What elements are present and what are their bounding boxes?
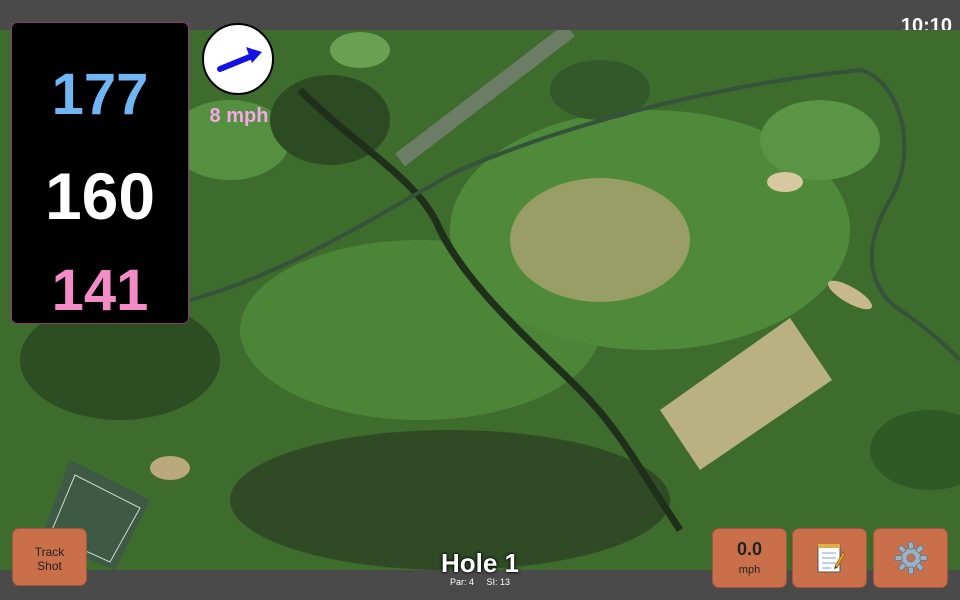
back-distance: 177 [51,62,149,127]
wind-speed-label: 8 mph [209,105,269,127]
speed-value: 0.0 [736,539,763,559]
hole-title: Hole 1 [440,548,520,578]
wind-indicator [202,23,274,95]
notepad-icon [817,544,845,573]
hole-par: Par: 4 [449,577,474,587]
hole-stroke-index: SI: 13 [486,577,511,587]
distance-panel: 177 160 141 [11,22,189,324]
front-distance: 141 [51,258,149,323]
hole-info: Par: 4 SI: 13 [380,577,580,587]
speed-button[interactable]: 0.0 mph [712,528,787,588]
middle-distance: 160 [44,159,156,233]
track-shot-button[interactable]: Track Shot [12,528,87,586]
notes-button[interactable] [792,528,867,588]
speed-unit: mph [738,564,761,576]
settings-button[interactable] [873,528,948,588]
track-shot-label-line2: Shot [37,559,62,573]
gear-icon [894,541,927,575]
track-shot-label-line1: Track [34,545,65,559]
wind-arrow-icon [217,47,262,72]
